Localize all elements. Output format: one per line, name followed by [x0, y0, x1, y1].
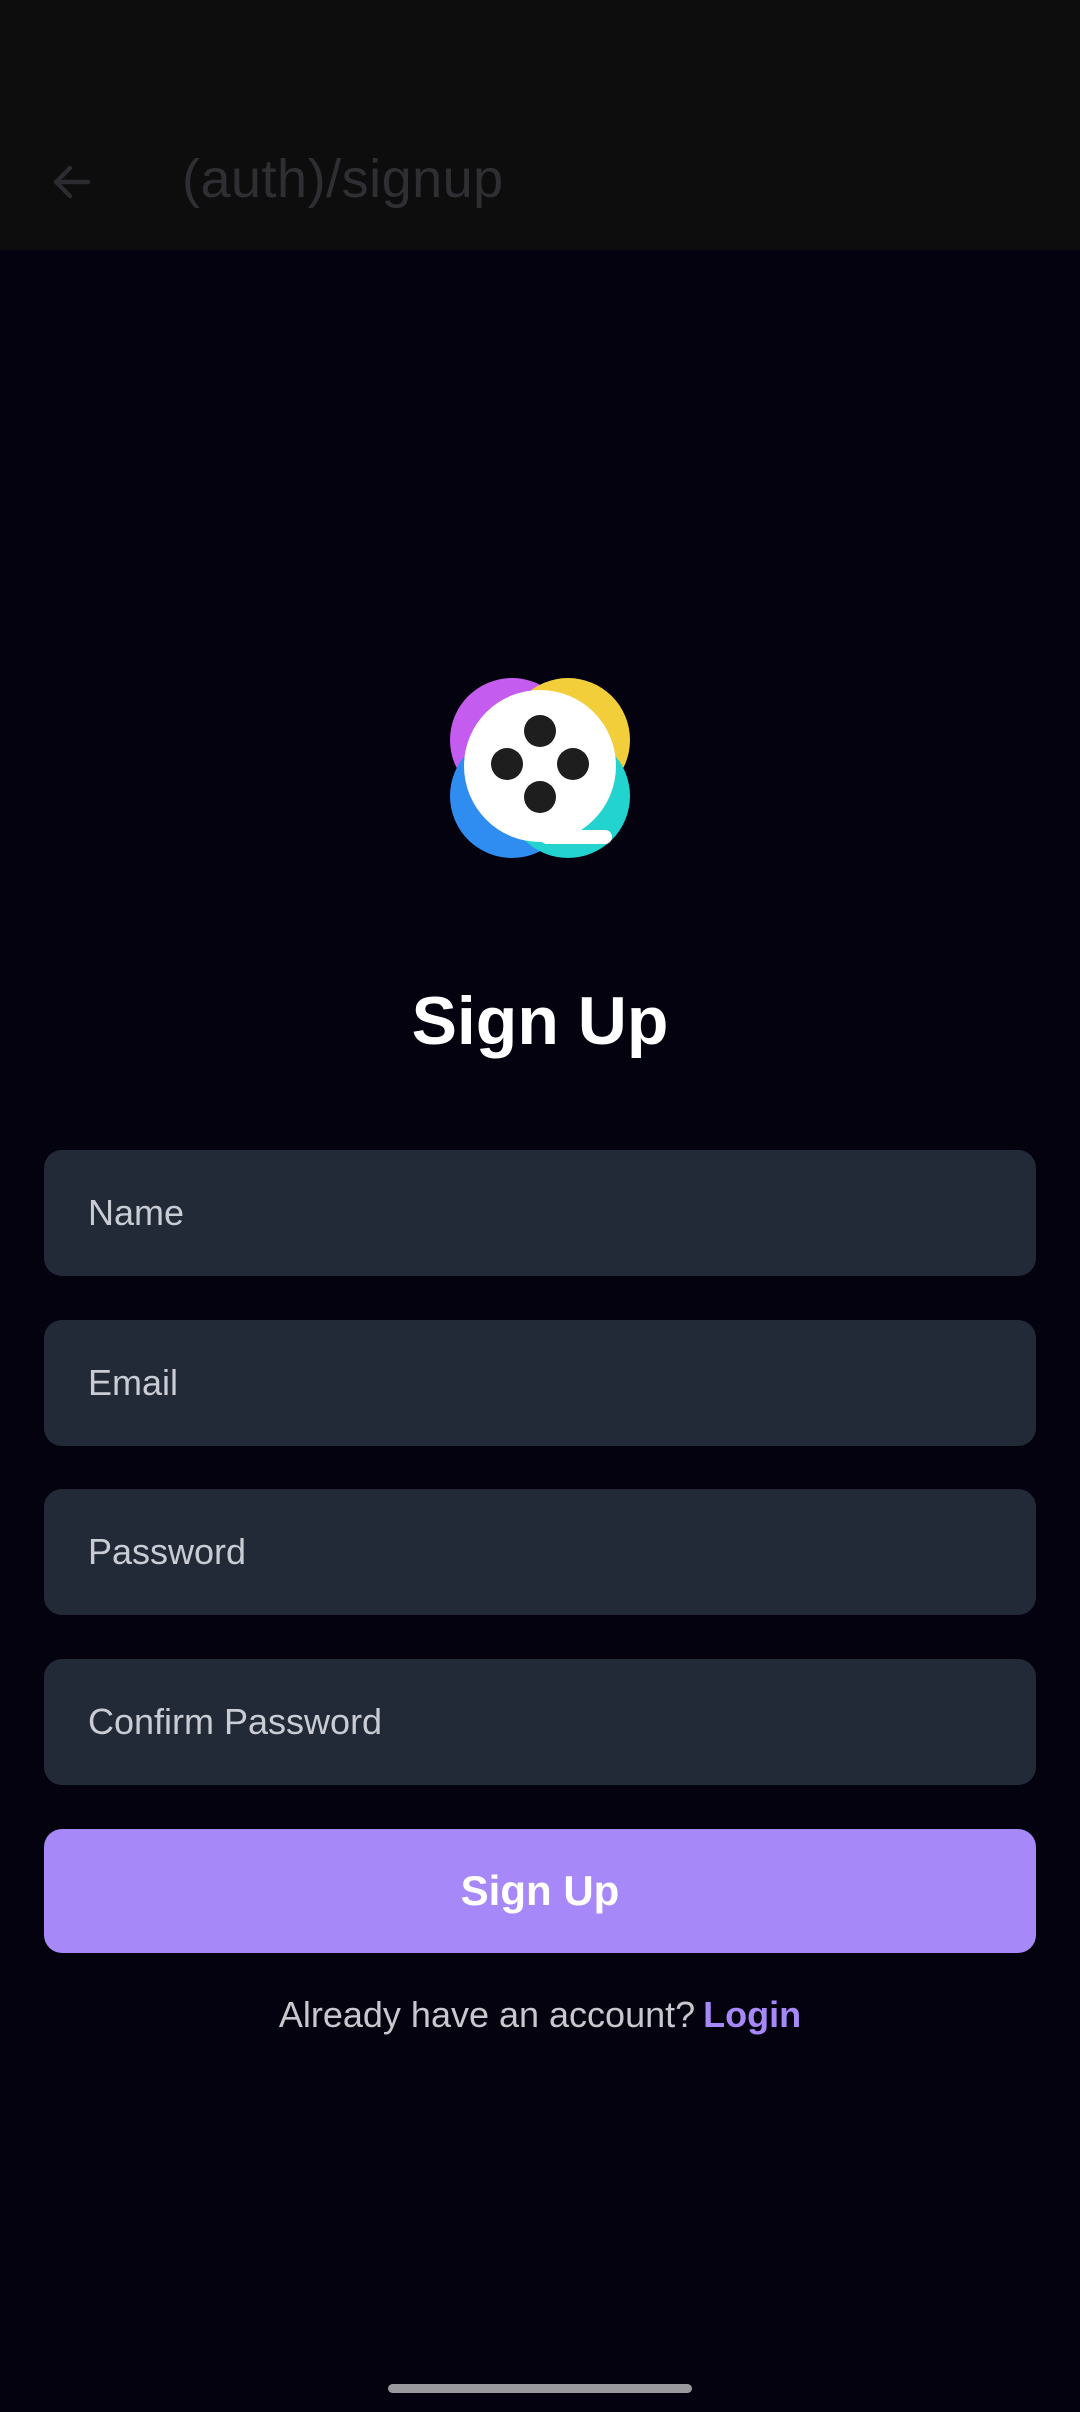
confirm-password-input[interactable] — [88, 1701, 992, 1743]
arrow-left-icon — [53, 165, 91, 199]
password-input[interactable] — [88, 1531, 992, 1573]
confirm-password-field[interactable] — [44, 1659, 1036, 1785]
film-reel-logo-icon — [450, 678, 630, 858]
name-field[interactable] — [44, 1150, 1036, 1276]
app-bar: (auth)/signup — [0, 0, 1080, 250]
sign-up-button[interactable]: Sign Up — [44, 1829, 1036, 1953]
page-title: Sign Up — [411, 983, 669, 1059]
name-input[interactable] — [88, 1192, 992, 1234]
login-prompt-text: Already have an account? — [278, 1994, 696, 2035]
login-link[interactable]: Login — [703, 1994, 801, 2035]
app-logo — [440, 668, 640, 868]
app-bar-title: (auth)/signup — [182, 149, 504, 209]
home-indicator[interactable] — [388, 2384, 692, 2393]
email-input[interactable] — [88, 1362, 992, 1404]
password-field[interactable] — [44, 1489, 1036, 1615]
login-prompt: Already have an account? Login — [0, 1994, 1080, 2036]
email-field[interactable] — [44, 1320, 1036, 1446]
back-button[interactable] — [40, 150, 104, 214]
